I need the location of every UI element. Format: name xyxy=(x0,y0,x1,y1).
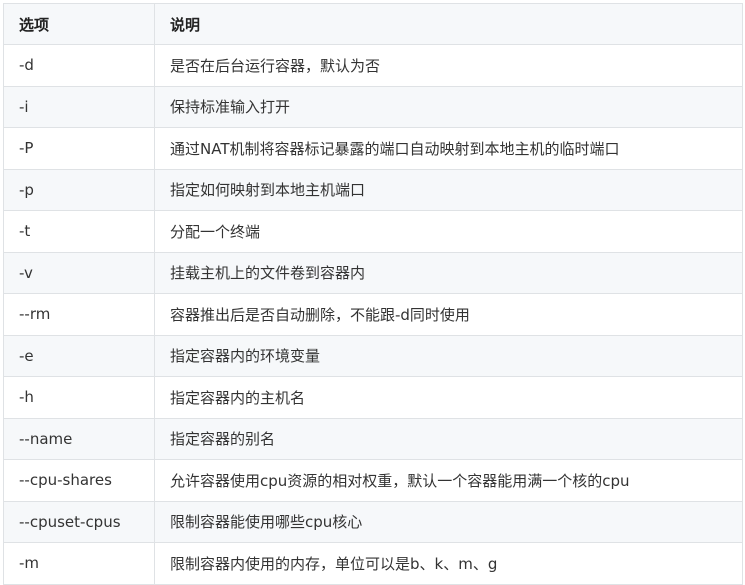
table-row: -t 分配一个终端 xyxy=(3,210,743,253)
options-table-container: 选项 说明 -d 是否在后台运行容器，默认为否 -i 保持标准输入打开 -P 通… xyxy=(3,3,743,585)
table-row: -i 保持标准输入打开 xyxy=(3,85,743,128)
option-cell: -P xyxy=(3,127,155,170)
table-row: --cpu-shares 允许容器使用cpu资源的相对权重，默认一个容器能用满一… xyxy=(3,459,743,502)
option-cell: -i xyxy=(3,85,155,128)
description-cell: 挂载主机上的文件卷到容器内 xyxy=(154,251,743,294)
option-cell: -e xyxy=(3,334,155,377)
option-cell: -h xyxy=(3,376,155,419)
description-cell: 指定容器内的主机名 xyxy=(154,376,743,419)
table-row: -m 限制容器内使用的内存，单位可以是b、k、m、g xyxy=(3,542,743,585)
header-row: 选项 说明 xyxy=(3,3,743,45)
option-cell: -m xyxy=(3,542,155,585)
table-row: -p 指定如何映射到本地主机端口 xyxy=(3,168,743,211)
option-cell: -d xyxy=(3,44,155,87)
description-cell: 允许容器使用cpu资源的相对权重，默认一个容器能用满一个核的cpu xyxy=(154,459,743,502)
description-cell: 限制容器内使用的内存，单位可以是b、k、m、g xyxy=(154,542,743,585)
option-cell: -t xyxy=(3,210,155,253)
table-row: --name 指定容器的别名 xyxy=(3,417,743,460)
table-header: 选项 说明 xyxy=(3,3,743,45)
description-cell: 指定容器内的环境变量 xyxy=(154,334,743,377)
options-table: 选项 说明 -d 是否在后台运行容器，默认为否 -i 保持标准输入打开 -P 通… xyxy=(3,3,743,585)
description-cell: 指定如何映射到本地主机端口 xyxy=(154,168,743,211)
description-cell: 是否在后台运行容器，默认为否 xyxy=(154,44,743,87)
table-row: -v 挂载主机上的文件卷到容器内 xyxy=(3,251,743,294)
description-cell: 分配一个终端 xyxy=(154,210,743,253)
description-cell: 保持标准输入打开 xyxy=(154,85,743,128)
description-cell: 容器推出后是否自动删除，不能跟-d同时使用 xyxy=(154,293,743,336)
description-cell: 指定容器的别名 xyxy=(154,417,743,460)
description-cell: 通过NAT机制将容器标记暴露的端口自动映射到本地主机的临时端口 xyxy=(154,127,743,170)
option-cell: --name xyxy=(3,417,155,460)
column-header-option: 选项 xyxy=(3,3,155,45)
table-row: --cpuset-cpus 限制容器能使用哪些cpu核心 xyxy=(3,500,743,543)
option-cell: -p xyxy=(3,168,155,211)
option-cell: -v xyxy=(3,251,155,294)
option-cell: --rm xyxy=(3,293,155,336)
table-row: -e 指定容器内的环境变量 xyxy=(3,334,743,377)
option-cell: --cpuset-cpus xyxy=(3,500,155,543)
table-body: -d 是否在后台运行容器，默认为否 -i 保持标准输入打开 -P 通过NAT机制… xyxy=(3,44,743,585)
table-row: --rm 容器推出后是否自动删除，不能跟-d同时使用 xyxy=(3,293,743,336)
table-row: -P 通过NAT机制将容器标记暴露的端口自动映射到本地主机的临时端口 xyxy=(3,127,743,170)
column-header-description: 说明 xyxy=(154,3,743,45)
description-cell: 限制容器能使用哪些cpu核心 xyxy=(154,500,743,543)
table-row: -d 是否在后台运行容器，默认为否 xyxy=(3,44,743,87)
option-cell: --cpu-shares xyxy=(3,459,155,502)
table-row: -h 指定容器内的主机名 xyxy=(3,376,743,419)
